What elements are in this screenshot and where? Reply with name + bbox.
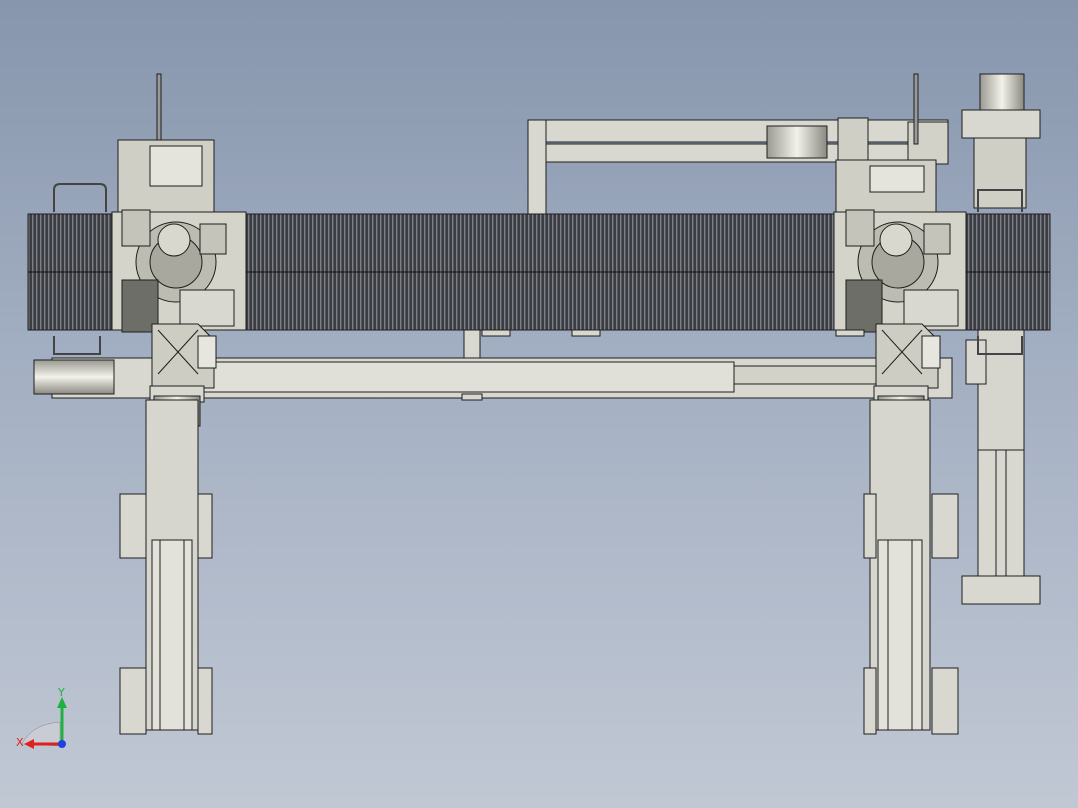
gantry-robot-assembly-icon[interactable] [0,0,1078,808]
robot-left [111,73,247,735]
right-post [961,73,1041,605]
z-axis-dot [58,740,66,748]
robot-right [833,73,967,735]
y-axis-label: Y [57,686,65,699]
x-axis-label: X [16,736,24,749]
cad-viewport[interactable]: Y X [0,0,1078,808]
coordinate-triad: Y X [16,686,67,749]
